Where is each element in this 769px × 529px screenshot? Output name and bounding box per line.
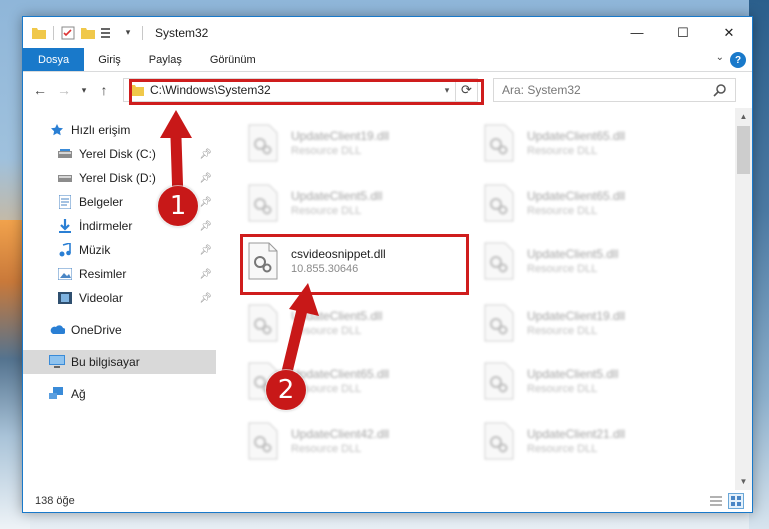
arrow-1-head <box>160 110 192 138</box>
arrow-2-head <box>289 283 319 316</box>
step-badge-2: 2 <box>266 370 306 410</box>
annotation-arrows <box>160 110 319 382</box>
step-badge-1: 1 <box>158 186 198 226</box>
arrow-2 <box>280 304 308 382</box>
